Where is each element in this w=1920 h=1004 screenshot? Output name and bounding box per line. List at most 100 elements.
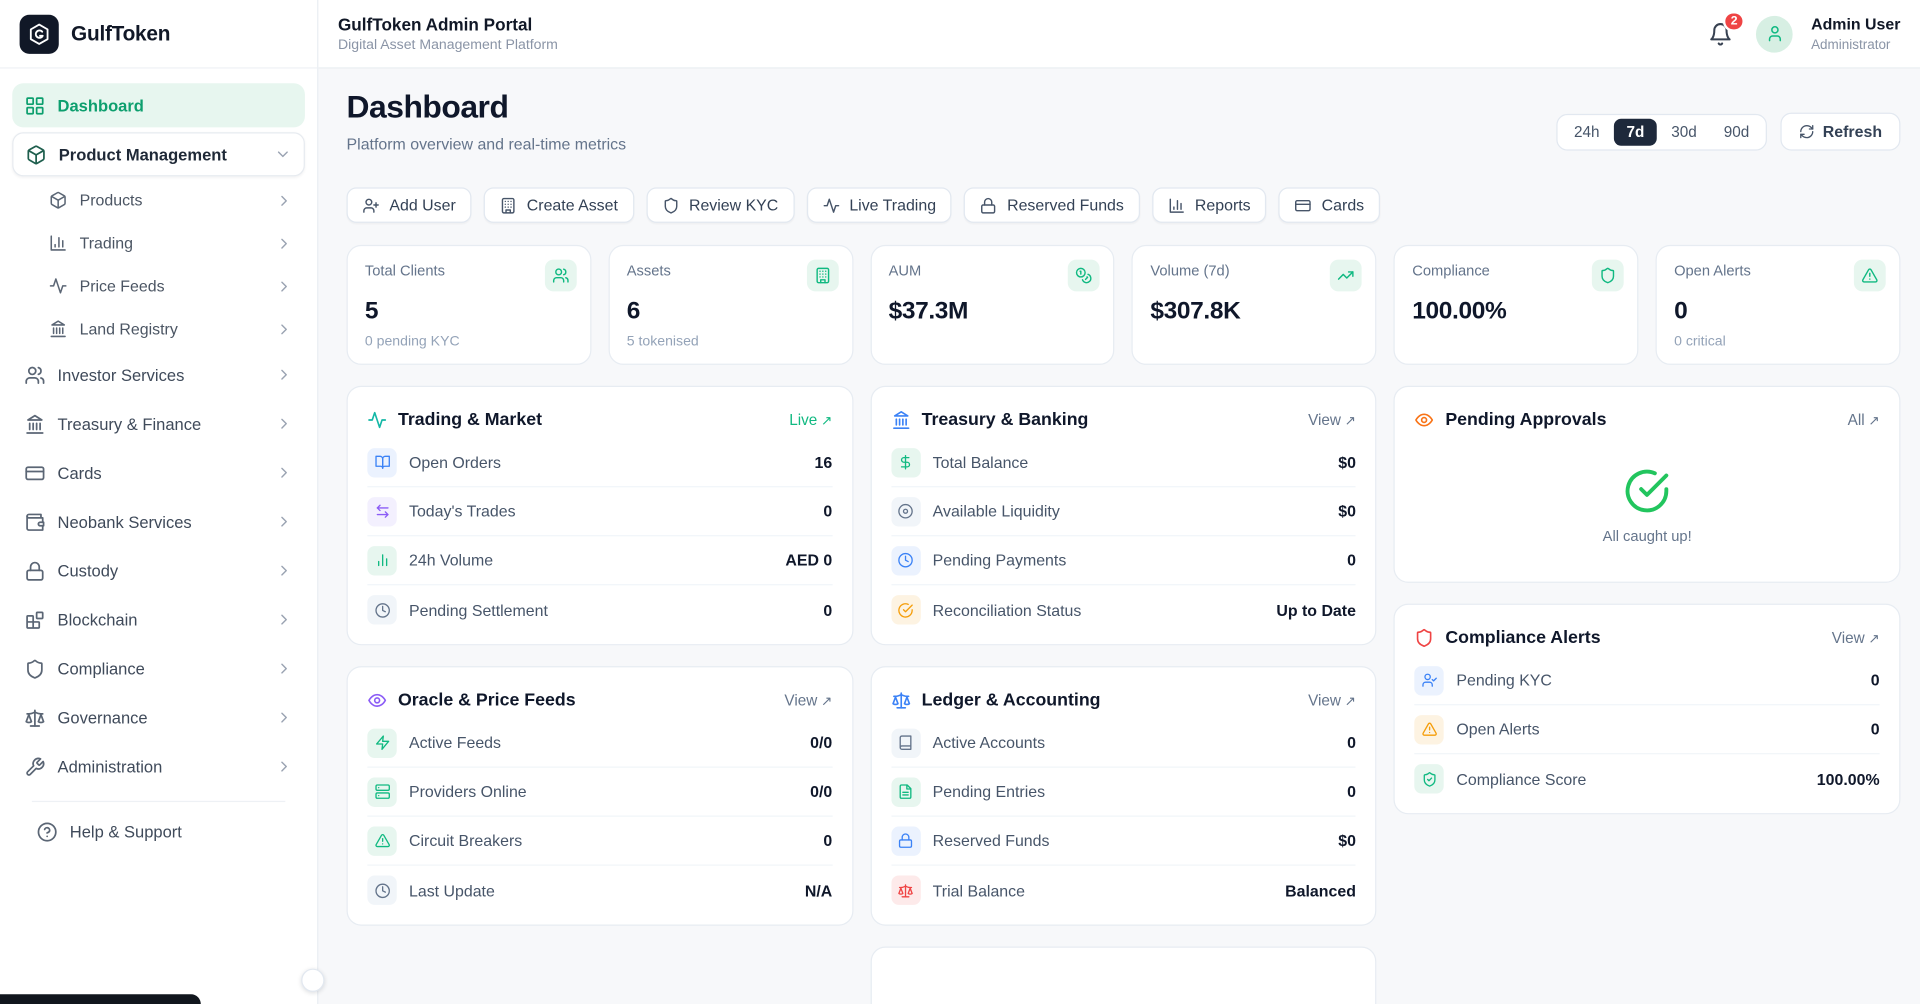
cards-button[interactable]: Cards — [1279, 187, 1380, 223]
chevron-right-icon — [276, 513, 293, 530]
notifications-button[interactable]: 2 — [1703, 17, 1737, 51]
metric-row-reserved-funds: Reserved Funds $0 — [891, 817, 1356, 866]
sidebar-item-compliance[interactable]: Compliance — [12, 647, 305, 691]
eye-icon — [367, 691, 387, 711]
stats-row: Total Clients 5 0 pending KYC Assets 6 5… — [347, 245, 1901, 365]
reserved-funds-button[interactable]: Reserved Funds — [964, 187, 1140, 223]
users-icon — [545, 260, 577, 292]
sidebar-item-label: Land Registry — [80, 320, 178, 338]
lock-icon — [980, 197, 997, 214]
metric-row-todays-trades: Today's Trades 0 — [367, 487, 832, 536]
check-circle-icon — [891, 595, 920, 624]
external-link-icon — [821, 692, 832, 709]
oracle-view-link[interactable]: View — [784, 692, 832, 709]
sidebar-item-treasury-finance[interactable]: Treasury & Finance — [12, 402, 305, 446]
create-asset-button[interactable]: Create Asset — [484, 187, 634, 223]
sidebar-item-land-registry[interactable]: Land Registry — [37, 310, 305, 348]
sidebar-item-products[interactable]: Products — [37, 181, 305, 219]
sidebar-item-help-support[interactable]: Help & Support — [24, 809, 292, 853]
credit-card-icon — [24, 462, 45, 483]
reports-button[interactable]: Reports — [1152, 187, 1267, 223]
bar-chart-icon — [1168, 197, 1185, 214]
panel-column-3: Pending Approvals All All caught up! — [1394, 386, 1901, 1004]
sidebar-item-blockchain[interactable]: Blockchain — [12, 598, 305, 642]
blocks-icon — [24, 609, 45, 630]
scale-icon — [891, 876, 920, 905]
user-avatar[interactable] — [1756, 15, 1793, 52]
refresh-button[interactable]: Refresh — [1780, 113, 1901, 151]
ledger-view-link[interactable]: View — [1308, 692, 1356, 709]
sidebar-item-price-feeds[interactable]: Price Feeds — [37, 267, 305, 305]
sidebar-item-product-management[interactable]: Product Management — [12, 132, 305, 176]
lock-icon — [24, 560, 45, 581]
sidebar-collapse-handle[interactable] — [301, 969, 324, 992]
add-user-button[interactable]: Add User — [347, 187, 472, 223]
sidebar-item-label: Products — [80, 191, 143, 209]
scale-icon — [891, 691, 911, 711]
range-90d-button[interactable]: 90d — [1712, 118, 1762, 145]
dashboard-content: Dashboard Platform overview and real-tim… — [318, 69, 1920, 1004]
chevron-down-icon — [274, 146, 291, 163]
panel-ledger-accounting: Ledger & Accounting View Active Accounts… — [870, 666, 1377, 926]
panel-pending-approvals: Pending Approvals All All caught up! — [1394, 386, 1901, 583]
metric-row-active-feeds: Active Feeds 0/0 — [367, 719, 832, 768]
user-meta: Admin User Administrator — [1811, 15, 1900, 52]
sidebar-item-label: Price Feeds — [80, 277, 165, 295]
metric-row-providers-online: Providers Online 0/0 — [367, 768, 832, 817]
external-link-icon — [1868, 629, 1879, 646]
sidebar-item-custody[interactable]: Custody — [12, 549, 305, 593]
sidebar-item-dashboard[interactable]: Dashboard — [12, 83, 305, 127]
live-trading-button[interactable]: Live Trading — [806, 187, 952, 223]
notification-badge: 2 — [1723, 10, 1745, 31]
range-7d-button[interactable]: 7d — [1614, 118, 1656, 145]
clock-icon — [891, 546, 920, 575]
sidebar-item-label: Compliance — [58, 659, 145, 677]
sidebar-nav: Dashboard Product Management Products Tr… — [0, 69, 317, 1004]
stat-open-alerts: Open Alerts 0 0 critical — [1656, 245, 1901, 365]
sidebar-item-label: Blockchain — [58, 610, 138, 628]
review-kyc-button[interactable]: Review KYC — [646, 187, 794, 223]
server-icon — [367, 777, 396, 806]
app-window: GulfToken Dashboard Product Management P… — [0, 0, 1920, 1004]
sidebar-divider — [32, 801, 285, 802]
clock-icon — [367, 876, 396, 905]
compliance-view-link[interactable]: View — [1832, 629, 1880, 646]
chevron-right-icon — [276, 320, 293, 337]
stat-compliance: Compliance 100.00% — [1394, 245, 1639, 365]
sidebar-item-trading[interactable]: Trading — [37, 224, 305, 262]
book-icon — [891, 728, 920, 757]
sidebar-item-investor-services[interactable]: Investor Services — [12, 353, 305, 397]
chevron-right-icon — [276, 234, 293, 251]
bar-chart-icon — [367, 546, 396, 575]
check-circle-icon — [1624, 468, 1671, 515]
trading-live-link[interactable]: Live — [789, 411, 832, 428]
chevron-right-icon — [276, 277, 293, 294]
chevron-right-icon — [276, 464, 293, 481]
sidebar-item-administration[interactable]: Administration — [12, 744, 305, 788]
user-plus-icon — [362, 197, 379, 214]
range-24h-button[interactable]: 24h — [1562, 118, 1612, 145]
sidebar-item-neobank-services[interactable]: Neobank Services — [12, 500, 305, 544]
sidebar-item-cards[interactable]: Cards — [12, 451, 305, 495]
range-30d-button[interactable]: 30d — [1659, 118, 1709, 145]
treasury-view-link[interactable]: View — [1308, 411, 1356, 428]
eye-icon — [1415, 410, 1435, 430]
coins-icon — [1068, 260, 1100, 292]
help-circle-icon — [37, 821, 58, 842]
panel-grid: Trading & Market Live Open Orders 16 — [347, 386, 1901, 1004]
shield-icon — [1415, 628, 1435, 648]
package-icon — [26, 144, 47, 165]
metric-row-pending-entries: Pending Entries 0 — [891, 768, 1356, 817]
sidebar-item-label: Governance — [58, 708, 148, 726]
shield-check-icon — [1415, 764, 1444, 793]
metric-row-pending-payments: Pending Payments 0 — [891, 536, 1356, 585]
chevron-right-icon — [276, 562, 293, 579]
approvals-all-link[interactable]: All — [1848, 411, 1880, 428]
chevron-right-icon — [276, 758, 293, 775]
metric-row-last-update: Last Update N/A — [367, 866, 832, 915]
stat-total-clients: Total Clients 5 0 pending KYC — [347, 245, 592, 365]
panel-compliance-alerts: Compliance Alerts View Pending KYC 0 — [1394, 604, 1901, 815]
gulftoken-logo-icon — [20, 14, 59, 53]
users-icon — [24, 364, 45, 385]
sidebar-item-governance[interactable]: Governance — [12, 696, 305, 740]
